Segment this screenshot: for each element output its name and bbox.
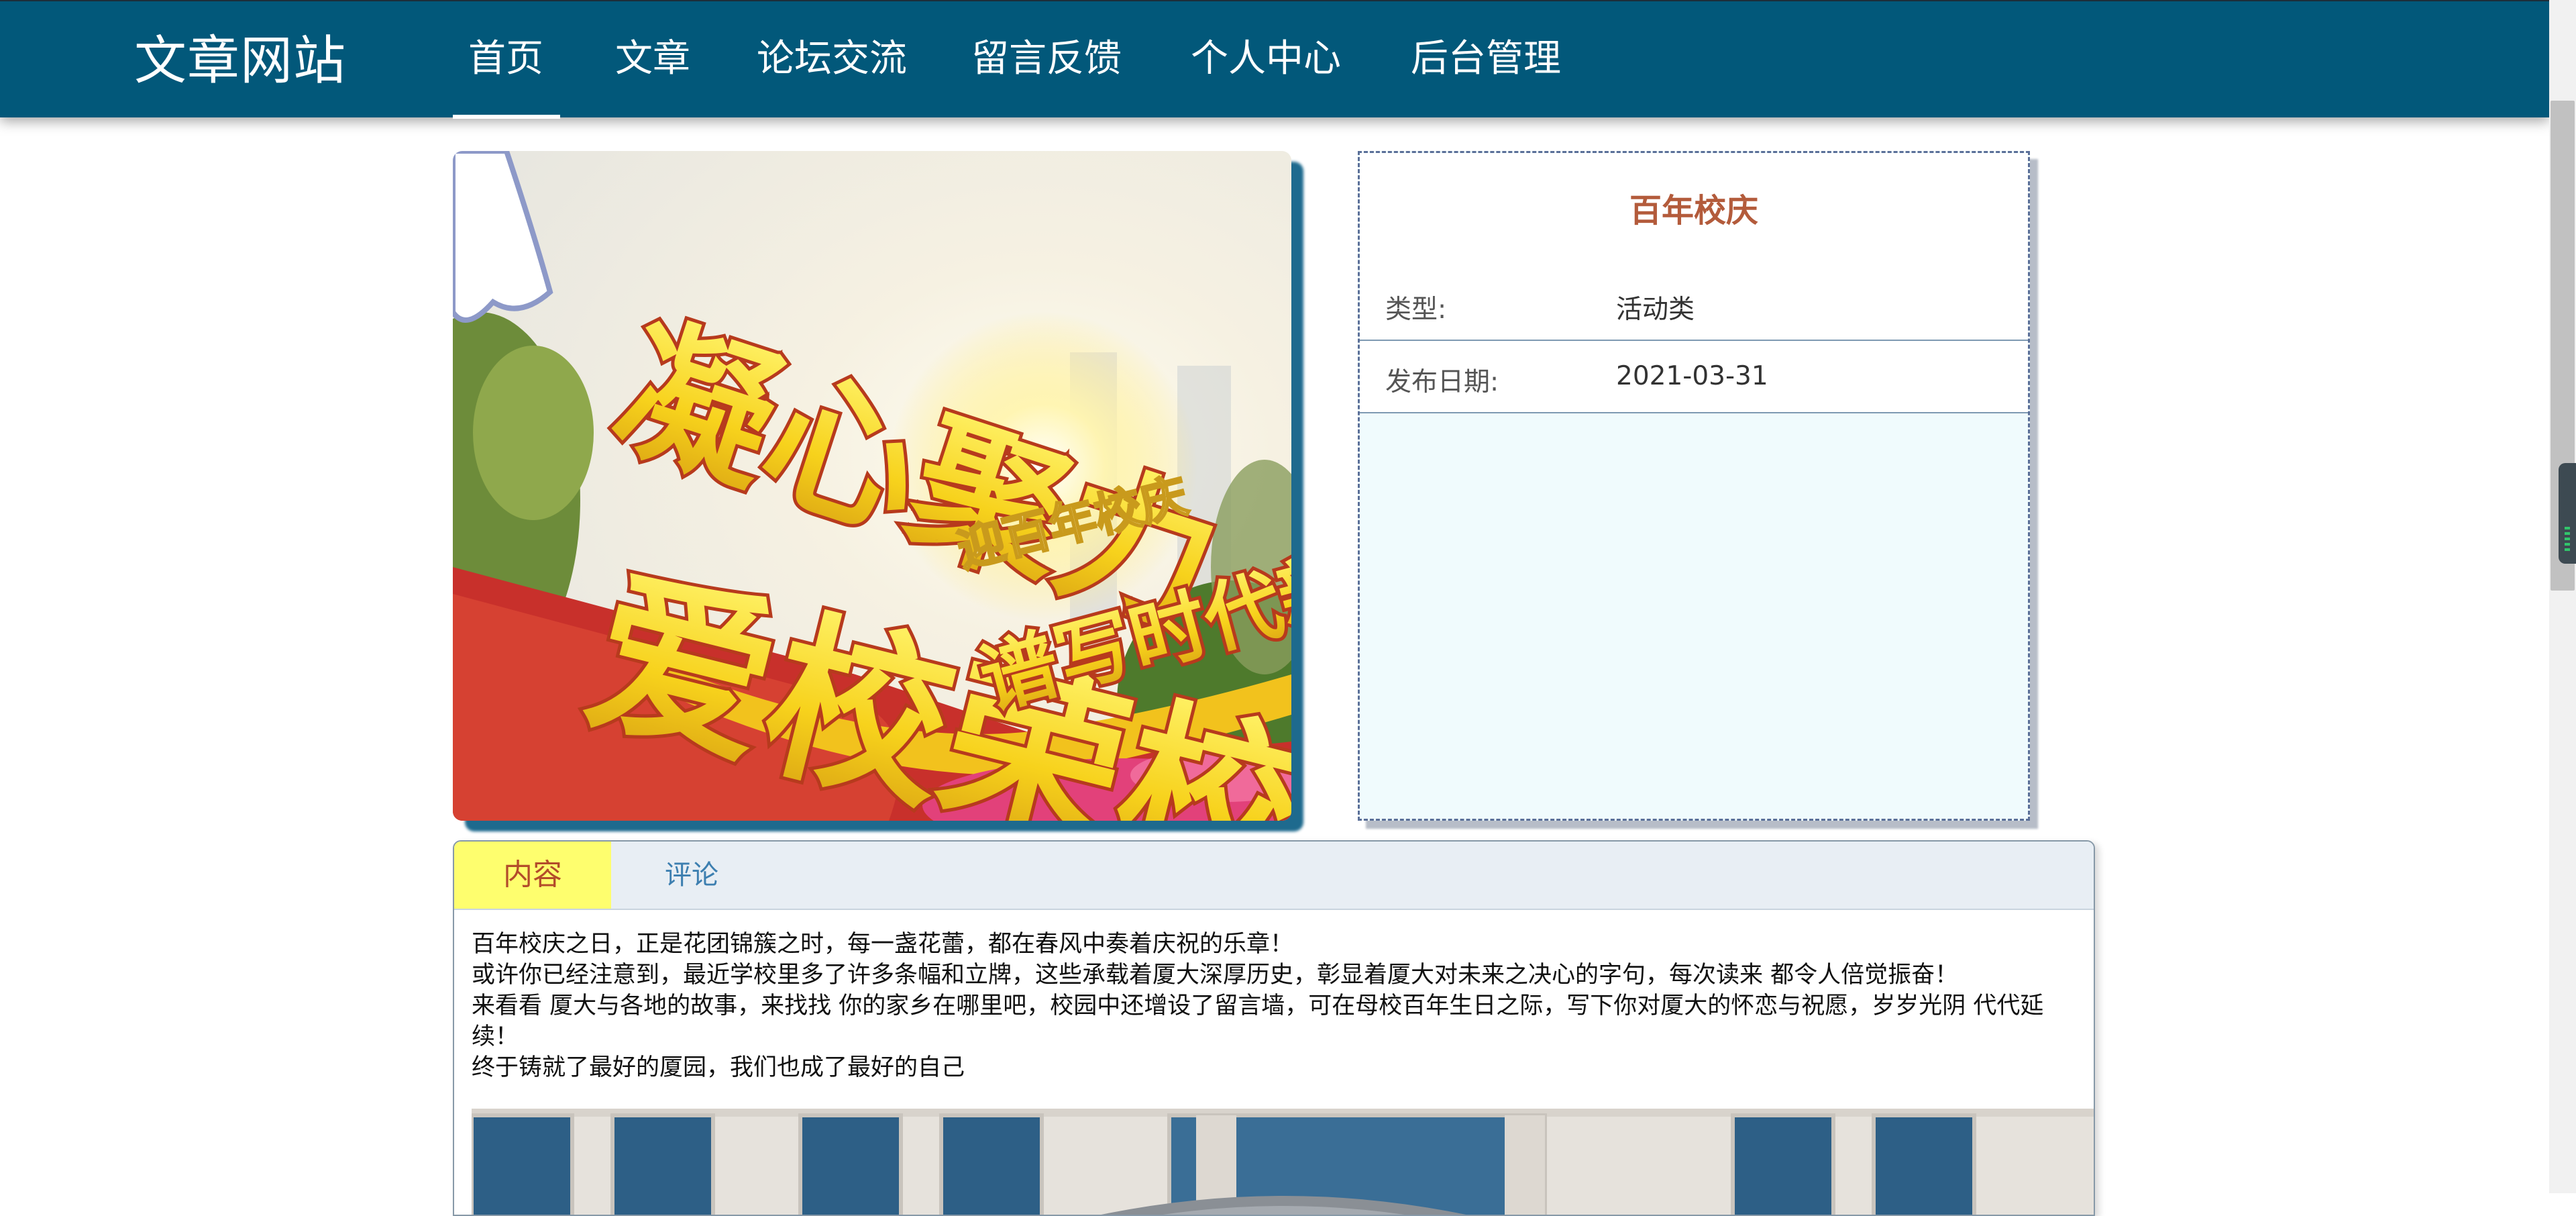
nav-active-indicator [453, 115, 560, 119]
article-paragraph: 终于铸就了最好的厦园，我们也成了最好的自己 [472, 1054, 965, 1081]
top-navbar: 文章网站 首页 文章 论坛交流 留言反馈 个人中心 后台管理 [0, 0, 2549, 119]
article-title: 百年校庆 [1629, 192, 1758, 230]
tab-comments[interactable]: 评论 [611, 842, 772, 909]
site-brand[interactable]: 文章网站 [134, 31, 346, 91]
article-body: 百年校庆之日，正是花团锦簇之时，每一盏花蕾，都在春风中奏着庆祝的乐章！ 或许你已… [472, 929, 2068, 1083]
nav-item-feedback[interactable]: 留言反馈 [971, 35, 1122, 83]
info-details: 百年校庆 类型: 活动类 发布日期: 2021-03-31 [1360, 153, 2028, 413]
article-detail-tabs: 内容 评论 百年校庆之日，正是花团锦簇之时，每一盏花蕾，都在春风中奏着庆祝的乐章… [453, 840, 2095, 1216]
type-label: 类型: [1385, 295, 1447, 325]
building-photo [472, 1109, 2094, 1215]
info-row-date: 发布日期: 2021-03-31 [1360, 341, 2028, 413]
article-paragraph: 或许你已经注意到，最近学校里多了许多条幅和立牌，这些承载着厦大深厚历史，彰显着厦… [472, 962, 1959, 989]
type-value: 活动类 [1616, 295, 1695, 325]
nav-item-forum[interactable]: 论坛交流 [757, 35, 907, 83]
article-info-panel: 百年校庆 类型: 活动类 发布日期: 2021-03-31 [1358, 151, 2030, 821]
tab-content[interactable]: 内容 [454, 842, 611, 909]
article-inline-photo [472, 1109, 2094, 1215]
nav-item-admin[interactable]: 后台管理 [1411, 35, 1561, 83]
date-label: 发布日期: [1385, 367, 1499, 397]
article-paragraph: 来看看 厦大与各地的故事，来找找 你的家乡在哪里吧，校园中还增设了留言墙，可在母… [472, 993, 2044, 1050]
side-tool-widget[interactable] [2559, 463, 2576, 564]
date-value: 2021-03-31 [1616, 361, 1768, 391]
article-paragraph: 百年校庆之日，正是花团锦簇之时，每一盏花蕾，都在春风中奏着庆祝的乐章！ [472, 931, 1294, 958]
nav-item-home[interactable]: 首页 [468, 35, 543, 83]
tab-bar: 内容 评论 [454, 842, 2094, 910]
info-row-type: 类型: 活动类 [1360, 268, 2028, 341]
nav-item-profile[interactable]: 个人中心 [1191, 35, 1341, 83]
cover-illustration: 凝心聚力 爱校荣校 谱写时代新篇 迎百年校庆 [453, 151, 1291, 821]
nav-item-articles[interactable]: 文章 [615, 35, 690, 83]
article-cover-image: 凝心聚力 爱校荣校 谱写时代新篇 迎百年校庆 [453, 151, 1291, 821]
